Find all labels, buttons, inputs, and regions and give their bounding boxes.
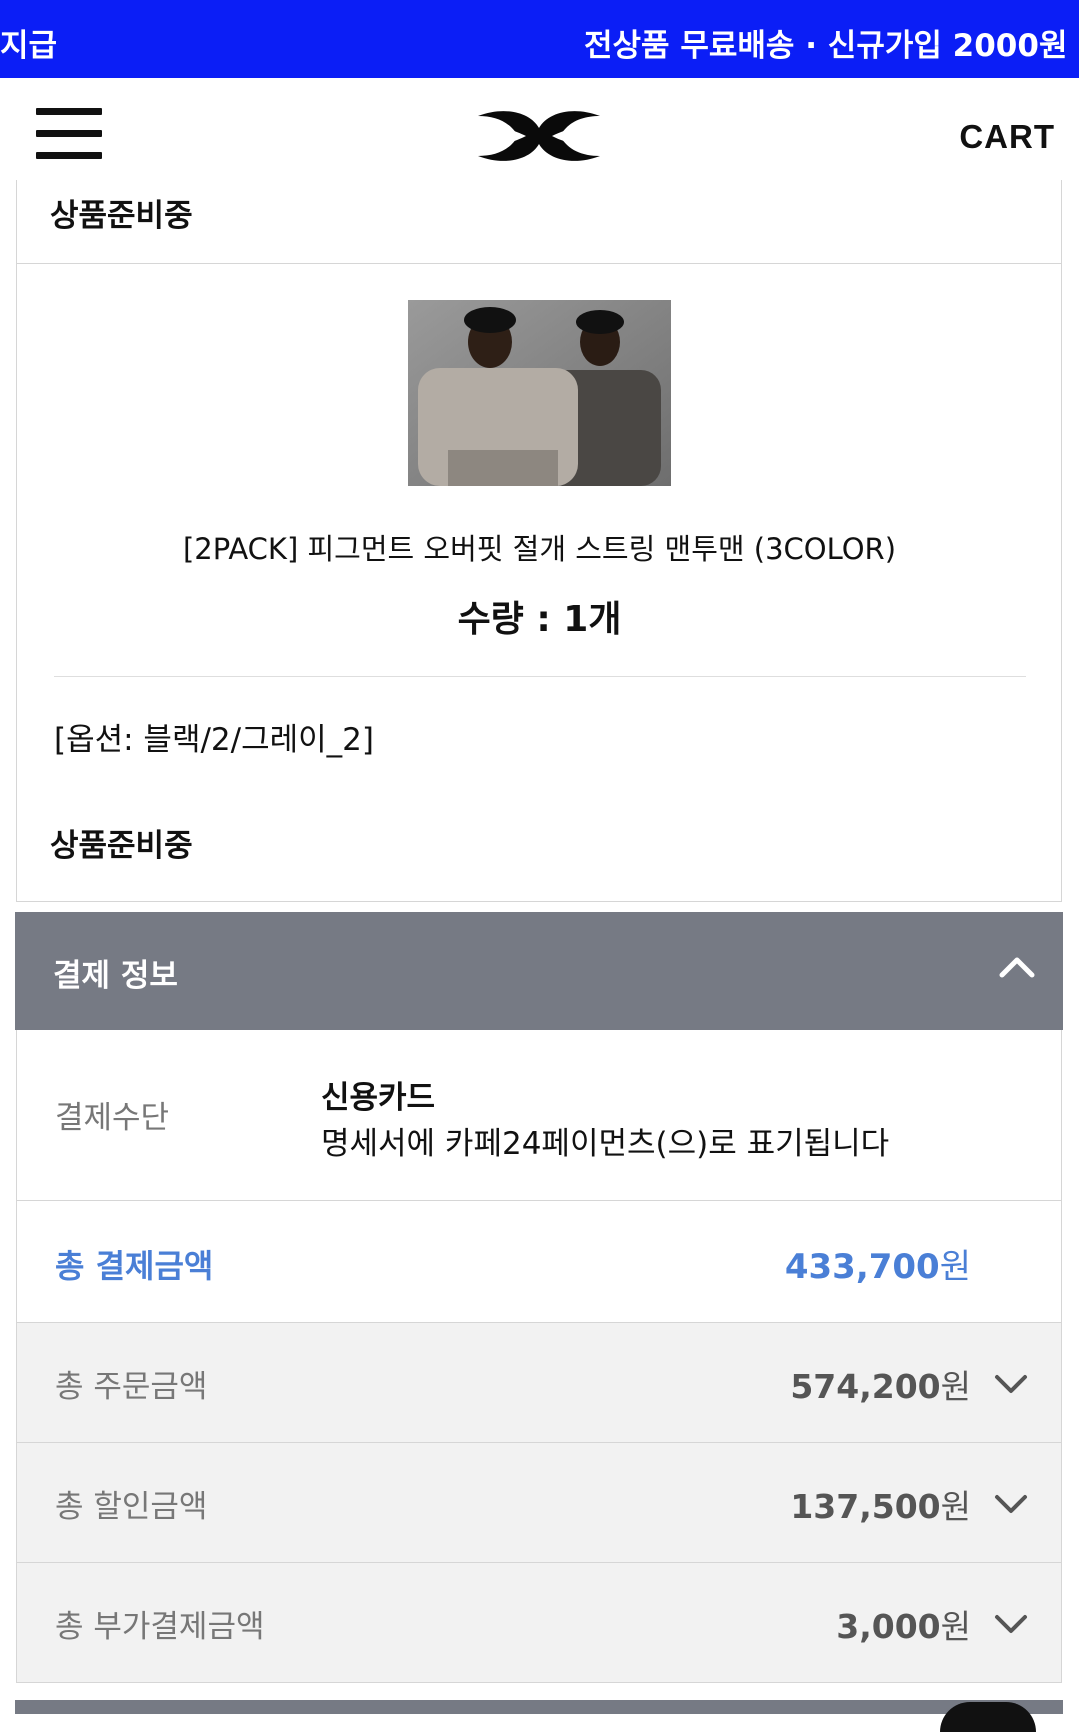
payment-method-row: 결제수단 신용카드 명세서에 카페24페이먼츠(으)로 표기됩니다 <box>16 1030 1062 1201</box>
hamburger-menu-icon[interactable] <box>36 108 102 160</box>
payment-method-value: 신용카드 <box>321 1080 436 1116</box>
payment-info-toggle[interactable]: 결제 정보 <box>15 912 1063 1030</box>
chevron-up-icon[interactable] <box>997 948 1037 992</box>
product-name[interactable]: [2PACK] 피그먼트 오버핏 절개 스트링 맨투맨 (3COLOR) <box>0 526 1079 568</box>
chevron-down-icon[interactable] <box>991 1603 1031 1647</box>
additional-payment-currency: 원 <box>940 1607 971 1646</box>
product-quantity: 수량 : 1개 <box>457 599 622 640</box>
order-status-top: 상품준비중 <box>50 198 193 234</box>
discount-amount-value: 137,500원 <box>790 1480 971 1528</box>
additional-payment-value: 3,000원 <box>836 1600 971 1648</box>
order-amount-number: 574,200 <box>790 1367 941 1406</box>
total-payment-currency: 원 <box>939 1247 971 1287</box>
total-payment-amount: 433,700원 <box>785 1239 971 1288</box>
floating-button[interactable] <box>940 1702 1036 1732</box>
order-status-bottom: 상품준비중 <box>50 828 193 864</box>
brand-logo-icon[interactable] <box>474 104 604 172</box>
banner-text-left: 지급 <box>0 28 58 64</box>
discount-amount-currency: 원 <box>940 1487 971 1526</box>
order-amount-label: 총 주문금액 <box>55 1369 208 1405</box>
product-option: [옵션: 블랙/2/그레이_2] <box>54 722 374 758</box>
order-amount-row[interactable]: 총 주문금액 574,200원 <box>16 1323 1062 1443</box>
cart-link[interactable]: CART <box>959 118 1055 156</box>
discount-amount-number: 137,500 <box>790 1487 941 1526</box>
order-amount-currency: 원 <box>940 1367 971 1406</box>
product-image[interactable] <box>408 300 671 486</box>
next-section-header <box>15 1700 1063 1714</box>
additional-payment-label: 총 부가결제금액 <box>55 1609 265 1645</box>
additional-payment-number: 3,000 <box>836 1607 941 1646</box>
payment-info-title: 결제 정보 <box>53 958 178 994</box>
promo-banner: 지급 전상품 무료배송 · 신규가입 2000원 <box>0 0 1079 78</box>
divider <box>54 676 1026 677</box>
total-payment-label: 총 결제금액 <box>55 1247 214 1285</box>
order-amount-value: 574,200원 <box>790 1360 971 1408</box>
total-payment-row: 총 결제금액 433,700원 <box>16 1201 1062 1323</box>
chevron-down-icon[interactable] <box>991 1483 1031 1527</box>
total-payment-amount-value: 433,700 <box>784 1247 940 1287</box>
discount-amount-label: 총 할인금액 <box>55 1489 208 1525</box>
discount-amount-row[interactable]: 총 할인금액 137,500원 <box>16 1443 1062 1563</box>
chevron-down-icon[interactable] <box>991 1363 1031 1407</box>
banner-text-right: 전상품 무료배송 · 신규가입 2000원 <box>584 28 1068 64</box>
additional-payment-row[interactable]: 총 부가결제금액 3,000원 <box>16 1563 1062 1683</box>
payment-method-label: 결제수단 <box>55 1100 170 1136</box>
payment-method-note: 명세서에 카페24페이먼츠(으)로 표기됩니다 <box>321 1126 890 1162</box>
